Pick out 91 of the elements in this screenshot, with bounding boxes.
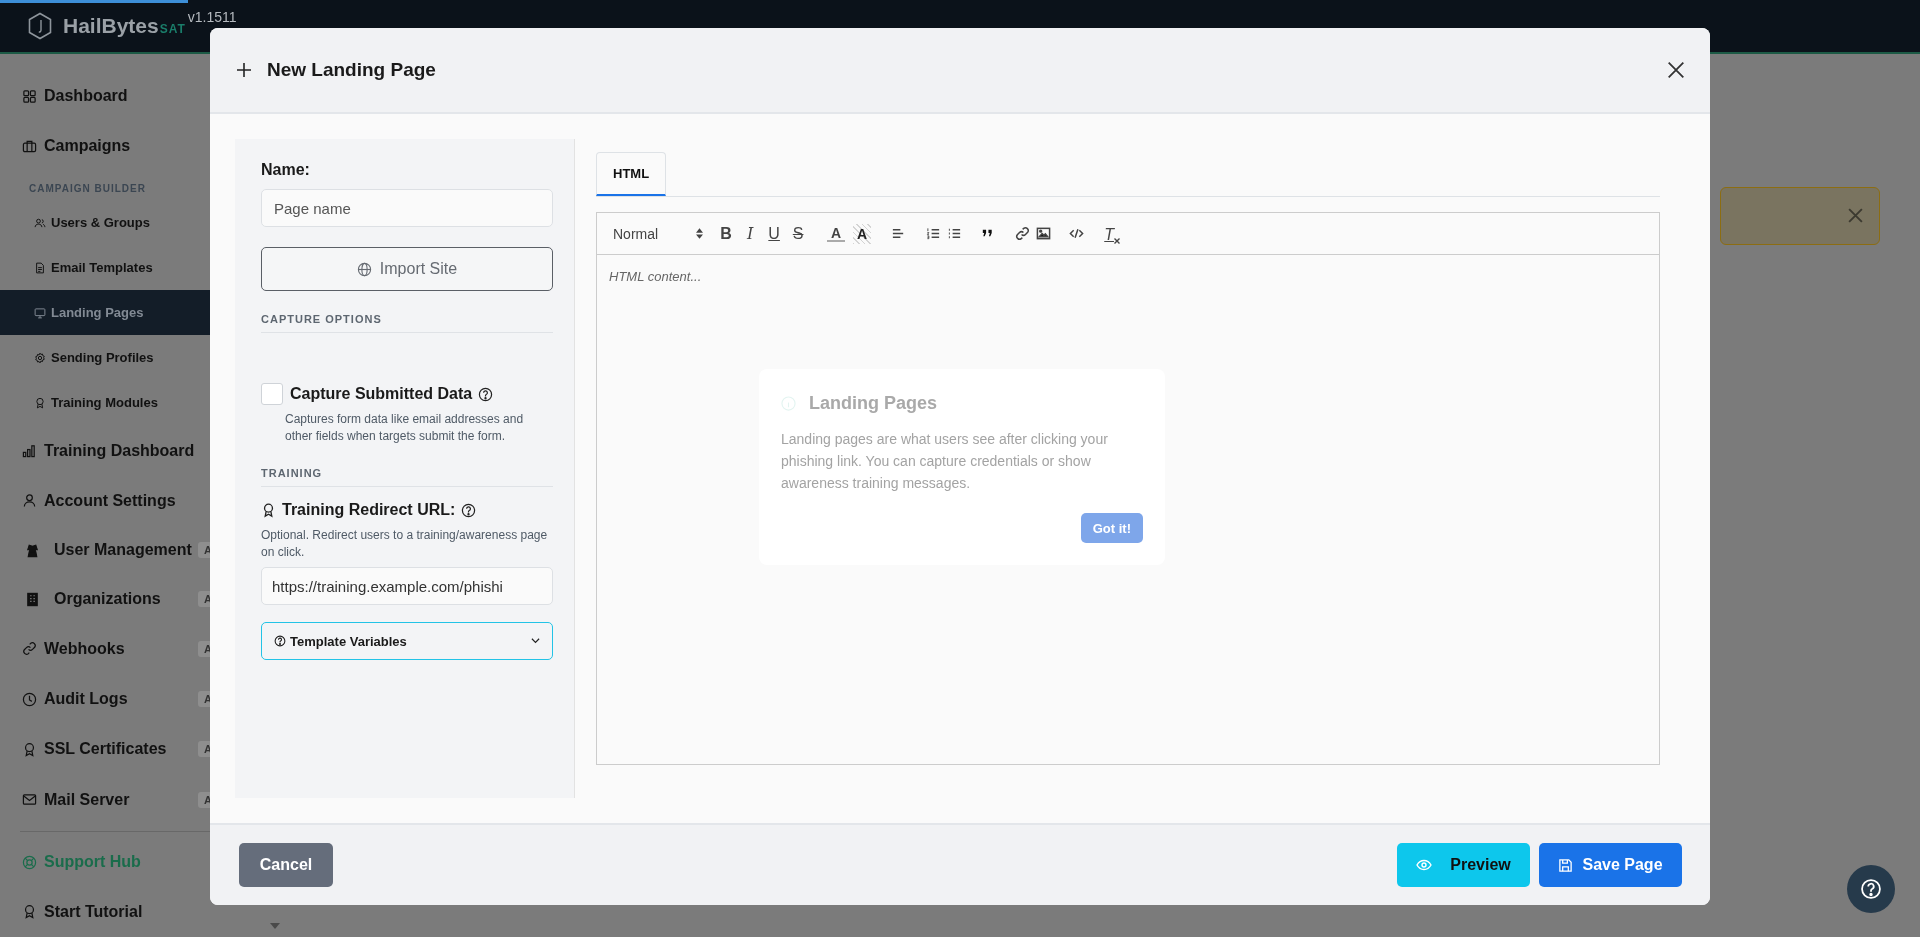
field-label: Training Redirect URL:: [282, 501, 456, 519]
chevron-icon: [531, 638, 540, 644]
briefcase-icon: [22, 138, 37, 154]
help-icon[interactable]: [478, 386, 494, 402]
bar-chart-icon: [22, 443, 37, 459]
section-heading: TRAINING: [261, 467, 553, 487]
users-icon: [34, 216, 46, 229]
ribbon-icon: [261, 502, 276, 518]
cancel-button[interactable]: Cancel: [239, 843, 333, 887]
html-editor-area[interactable]: HTML content... Landing Pages Landing pages are what users see after clicking your phishing link. You can capture credentials or show awareness training messages. Got it!: [596, 255, 1660, 765]
sidebar-item-label: Users & Groups: [51, 215, 150, 231]
sidebar-item-label: Email Templates: [51, 260, 153, 276]
help-text: Optional. Redirect users to a training/awareness page on click.: [261, 527, 549, 561]
tour-text: Landing pages are what users see after clicking your phishing link. You can capture credentials or show awareness training messages.: [781, 430, 1109, 493]
link-icon: [22, 641, 37, 657]
sidebar-item-label: Support Hub: [44, 853, 141, 872]
person-icon: [22, 493, 37, 509]
brand-name: HailBytes: [63, 14, 159, 38]
sidebar-item-label: Dashboard: [44, 87, 128, 106]
hexagon-logo-icon: [27, 12, 53, 40]
ribbon-icon: [22, 904, 37, 920]
format-select[interactable]: Normal: [613, 225, 704, 242]
clock-icon: [22, 691, 37, 707]
name-field[interactable]: Page name: [261, 189, 553, 227]
help-icon: [274, 635, 286, 647]
sidebar-item[interactable]: Training Modules: [0, 380, 280, 426]
edition-label: SAT: [159, 22, 186, 36]
text-color-button[interactable]: A: [827, 225, 846, 242]
checkbox[interactable]: [261, 383, 283, 405]
sidebar-item-label: Start Tutorial: [44, 902, 143, 921]
help-button[interactable]: [1847, 865, 1895, 913]
sidebar-item-label: Campaigns: [44, 137, 131, 156]
version-label: v1.1511: [187, 10, 237, 24]
sidebar-item-label: User Management: [54, 541, 192, 560]
sidebar-item-label: SSL Certificates: [44, 740, 167, 759]
template-variables-dropdown[interactable]: Template Variables: [261, 622, 553, 660]
small-x-icon: [1114, 237, 1120, 244]
editor-tab[interactable]: HTML: [596, 152, 667, 196]
sidebar-item-label: Training Modules: [51, 395, 158, 411]
sidebar-item-label: Organizations: [54, 590, 161, 609]
monitor-icon: [34, 306, 46, 319]
bold-button[interactable]: B: [717, 223, 736, 244]
clear-format-button[interactable]: T: [1102, 223, 1123, 244]
sidebar-item[interactable]: Sending Profiles: [0, 335, 280, 381]
envelope-icon: [22, 792, 37, 808]
ribbon-icon: [22, 741, 37, 757]
info-icon: [781, 396, 796, 411]
field-label: Name:: [261, 161, 311, 179]
image-icon[interactable]: [1036, 226, 1052, 241]
help-icon: [1860, 878, 1882, 900]
section-heading: CAMPAIGN BUILDER: [28, 182, 147, 197]
checkbox-label: Capture Submitted Data: [290, 385, 473, 403]
strike-button[interactable]: S: [789, 223, 808, 244]
highlight-color-button[interactable]: A: [853, 223, 872, 244]
gear-icon: [34, 351, 46, 364]
sidebar-item-label: Landing Pages: [51, 305, 144, 321]
document-icon: [34, 261, 46, 274]
ordered-list-icon[interactable]: [926, 226, 942, 241]
got-it-button[interactable]: Got it!: [1080, 513, 1143, 543]
sidebar-item-label: Audit Logs: [44, 690, 128, 709]
dialog-title: New Landing Page: [267, 59, 436, 81]
section-heading: CAPTURE OPTIONS: [261, 313, 553, 333]
url-field[interactable]: https://training.example.com/phishi: [261, 567, 553, 605]
plus-icon: [237, 63, 251, 77]
sort-caret-icon: [696, 228, 704, 239]
sidebar-item[interactable]: Start Tutorial: [0, 886, 280, 937]
link-icon[interactable]: [1015, 226, 1031, 241]
code-icon[interactable]: [1069, 226, 1085, 241]
help-icon[interactable]: [461, 502, 477, 518]
editor-placeholder: HTML content...: [609, 269, 702, 284]
sidebar-item-label: Mail Server: [44, 790, 130, 809]
bullet-list-icon[interactable]: [947, 226, 963, 241]
help-text: Captures form data like email addresses and other fields when targets submit the form.: [285, 411, 525, 445]
sidebar-item-label: Sending Profiles: [51, 350, 154, 366]
sidebar-item-label: Account Settings: [44, 491, 176, 510]
close-icon[interactable]: [1667, 61, 1685, 79]
sidebar-item-label: Training Dashboard: [44, 441, 195, 460]
tour-title: Landing Pages: [809, 393, 938, 414]
import-site-button[interactable]: Import Site: [261, 247, 553, 291]
grid-icon: [22, 88, 37, 104]
save-button[interactable]: Save Page: [1539, 843, 1682, 887]
globe-icon: [356, 261, 372, 277]
lifebuoy-icon: [22, 854, 37, 870]
sidebar-item-label: Webhooks: [44, 640, 125, 658]
italic-button[interactable]: I: [741, 223, 760, 244]
underline-button[interactable]: U: [765, 223, 784, 244]
eye-icon: [1416, 857, 1433, 873]
ribbon-icon: [34, 396, 46, 409]
building-icon: [25, 591, 40, 607]
caret-icon: [270, 923, 280, 929]
preview-button[interactable]: Preview: [1397, 843, 1530, 887]
